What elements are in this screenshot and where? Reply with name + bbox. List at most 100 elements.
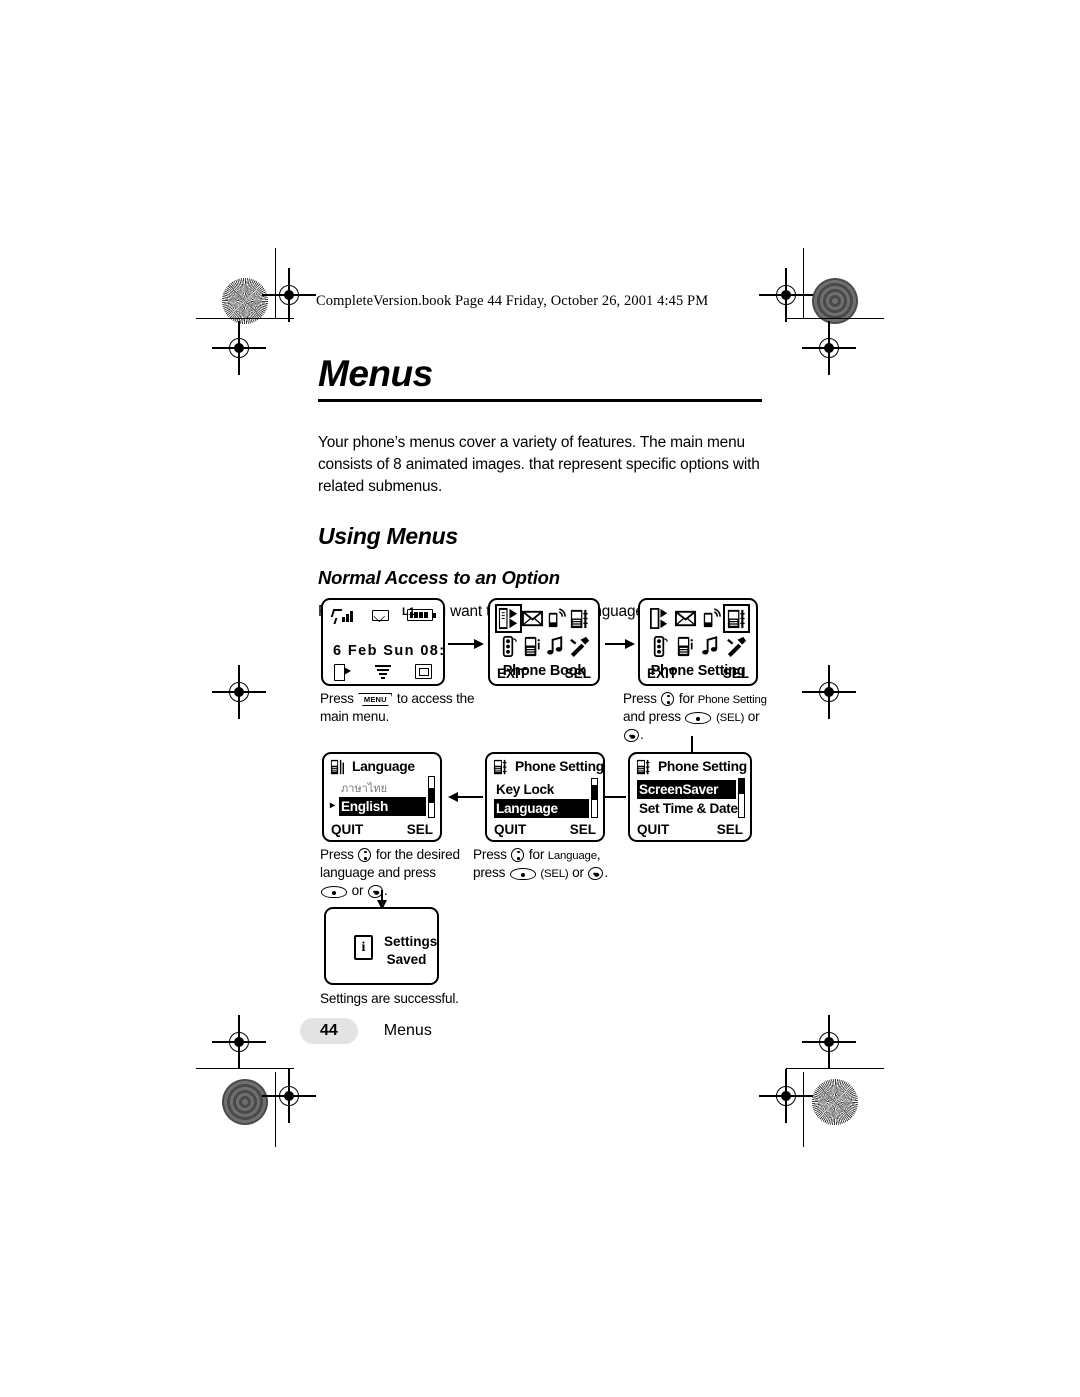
menu-key-icon: MENU <box>358 693 393 706</box>
caption-press-nav-phone-setting: Press for Phone Setting and press (SEL) … <box>622 690 788 744</box>
registration-target-bottom-left-inner <box>262 1069 316 1123</box>
file-header-text: CompleteVersion.book Page 44 Friday, Oct… <box>316 293 709 309</box>
select-key-icon <box>685 712 712 725</box>
footer-section-label: Menus <box>383 1022 432 1039</box>
caption-text: Press <box>320 691 354 706</box>
menu-icon-messages[interactable] <box>521 606 544 631</box>
softkey-sel[interactable]: SEL <box>723 666 749 681</box>
navigation-key-icon <box>511 848 525 862</box>
caption-text: Press <box>473 847 507 862</box>
crop-line-left-vertical-bottom <box>275 1072 277 1147</box>
list-item[interactable]: ScreenSaver <box>637 780 736 799</box>
navigation-key-icon <box>661 692 675 706</box>
menu-icon-tools[interactable] <box>725 634 748 659</box>
page-content: Menus Your phone’s menus cover a variety… <box>318 355 762 621</box>
softkey-sel[interactable]: SEL <box>407 822 433 837</box>
caption-text: language and press <box>320 865 436 881</box>
menu-icon-network[interactable] <box>497 634 520 659</box>
registration-target-right-middle <box>802 665 856 719</box>
menu-icon-ringer[interactable] <box>544 606 567 631</box>
phone-setting-icon <box>493 759 511 776</box>
softkey-quit[interactable]: QUIT <box>494 822 526 837</box>
list-softkeys: QUIT SEL <box>494 822 596 837</box>
softkey-sel[interactable]: SEL <box>717 822 743 837</box>
caption-settings-successful: Settings are successful. <box>320 990 540 1008</box>
menu-lines-icon <box>375 665 391 679</box>
list-item[interactable]: Key Lock <box>494 780 589 799</box>
crop-line-left-vertical <box>275 248 277 318</box>
softkey-sel[interactable]: SEL <box>565 666 591 681</box>
softkey-quit[interactable]: QUIT <box>637 822 669 837</box>
list-rows: ภาษาไทย English ▸ <box>330 778 426 816</box>
caption-text: . <box>604 865 608 881</box>
info-icon <box>354 935 373 960</box>
crop-line-top-rule-right <box>786 318 884 320</box>
intro-paragraph: Your phone’s menus cover a variety of fe… <box>318 434 760 495</box>
caption-text: for the desired <box>375 847 460 862</box>
list-item-label: English <box>341 799 388 814</box>
main-menu-softkeys: EXIT SEL <box>497 666 591 681</box>
caption-target: Language <box>547 850 597 862</box>
menu-icon-messages[interactable] <box>674 606 697 631</box>
caption-text: (SEL) <box>540 868 569 881</box>
crop-line-right-vertical <box>803 248 805 318</box>
menu-icon-phone-setting[interactable] <box>722 604 750 633</box>
settings-saved-line1: Settings <box>384 934 438 949</box>
page-number-badge: 44 <box>300 1018 358 1044</box>
menu-icon-melody[interactable] <box>699 634 722 659</box>
menu-icon-phonebook[interactable] <box>648 606 671 631</box>
list-softkeys: QUIT SEL <box>331 822 433 837</box>
arrow-phonebook-to-phonesetting <box>605 638 635 650</box>
softkey-sel[interactable]: SEL <box>570 822 596 837</box>
select-key-icon <box>509 868 536 881</box>
phone-setting-icon <box>330 759 348 776</box>
screen-idle: L1 6 Feb Sun 08:30 <box>321 598 445 686</box>
list-item[interactable]: ภาษาไทย <box>331 778 426 797</box>
caption-press-nav-language: Press for Language, press (SEL) or . <box>473 846 638 882</box>
list-item[interactable]: Set Time & Date <box>637 799 738 818</box>
registration-burst-bottom-left <box>222 1079 268 1125</box>
softkey-quit[interactable]: QUIT <box>331 822 363 837</box>
caption-text: Settings are successful. <box>320 991 459 1006</box>
settings-saved-line2: Saved <box>386 952 427 968</box>
caption-press-menu: Press MENU to access the main menu. <box>320 690 490 726</box>
select-key-icon <box>321 886 347 899</box>
registration-target-top-left-inner <box>262 268 316 322</box>
softkey-exit[interactable]: EXIT <box>497 666 527 681</box>
call-key-icon <box>587 865 605 882</box>
battery-full-icon <box>407 609 436 621</box>
menu-icon-phone-info[interactable] <box>674 634 697 659</box>
caption-text: or <box>747 709 760 725</box>
phonebook-icon <box>334 664 352 681</box>
menu-icon-tools[interactable] <box>568 634 591 659</box>
menu-icon-phonebook[interactable] <box>495 604 523 633</box>
main-menu-grid <box>495 604 591 659</box>
list-item[interactable]: Language <box>494 799 589 818</box>
menu-icon-network[interactable] <box>648 634 671 659</box>
heading-using-menus: Using Menus <box>318 522 458 549</box>
scrollbar[interactable] <box>738 778 745 818</box>
scrollbar[interactable] <box>428 776 435 818</box>
menu-icon-phone-info[interactable] <box>521 634 544 659</box>
list-rows: Key Lock Language <box>494 780 589 818</box>
menu-icon-ringer[interactable] <box>699 606 722 631</box>
menu-icon-phone-setting[interactable] <box>568 606 591 631</box>
idle-datetime: 6 Feb Sun 08:30 <box>333 643 445 659</box>
main-menu-grid-2 <box>647 604 750 659</box>
registration-target-top-right-inner <box>759 268 813 322</box>
caption-text: Press <box>623 691 657 706</box>
arrow-language-list-to-language <box>448 791 483 803</box>
manual-page: CompleteVersion.book Page 44 Friday, Oct… <box>0 0 1080 1397</box>
scrollbar[interactable] <box>591 778 598 818</box>
caption-text: or <box>572 865 584 881</box>
crop-line-bottom-rule <box>196 1068 294 1070</box>
main-menu-softkeys-2: EXIT SEL <box>647 666 749 681</box>
status-bar: L1 <box>330 606 436 623</box>
softkey-exit[interactable]: EXIT <box>647 666 677 681</box>
menu-icon-melody[interactable] <box>544 634 567 659</box>
selection-marker-icon: ▸ <box>330 800 336 811</box>
screen-phone-setting-screensaver: Phone Setting ScreenSaver Set Time & Dat… <box>628 752 752 842</box>
registration-target-left-lower <box>212 1015 266 1069</box>
registration-target-right-lower <box>802 1015 856 1069</box>
list-item[interactable]: English <box>339 797 426 816</box>
